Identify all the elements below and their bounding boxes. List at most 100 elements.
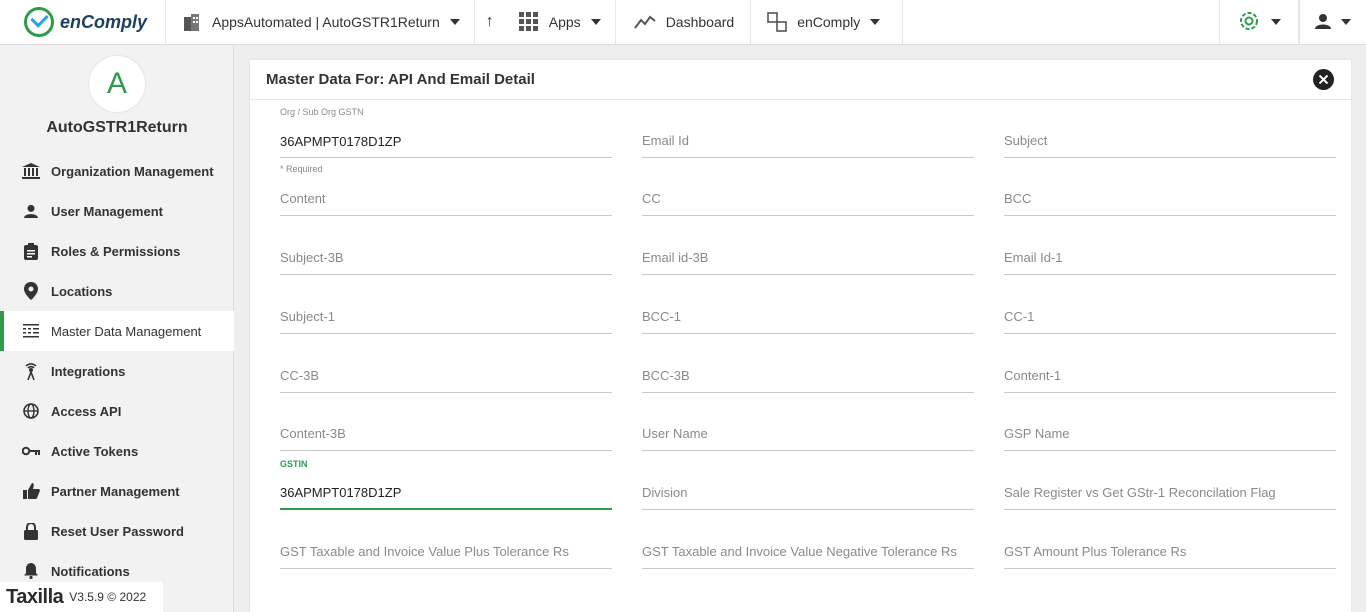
close-icon xyxy=(1318,71,1329,89)
cc-field[interactable]: CC xyxy=(642,188,974,216)
navigate-up-button[interactable]: ↑ xyxy=(475,0,505,45)
field-placeholder: BCC-1 xyxy=(642,309,682,324)
email-id-1-field[interactable]: Email Id-1 xyxy=(1004,247,1336,275)
lock-icon xyxy=(22,522,40,540)
brand-logo[interactable]: enComply xyxy=(0,0,166,45)
chevron-down-icon xyxy=(449,19,460,25)
field-placeholder: BCC xyxy=(1004,191,1032,206)
content-1-field[interactable]: Content-1 xyxy=(1004,365,1336,393)
negative-tolerance-field[interactable]: GST Taxable and Invoice Value Negative T… xyxy=(642,541,974,569)
field-placeholder: CC-1 xyxy=(1004,309,1035,324)
user-name-field[interactable]: User Name xyxy=(642,423,974,451)
sidebar-item-label: Partner Management xyxy=(51,483,180,499)
content-field[interactable]: Content xyxy=(280,188,612,216)
field-placeholder: GST Taxable and Invoice Value Plus Toler… xyxy=(280,544,569,559)
content-3b-field[interactable]: Content-3B xyxy=(280,423,612,451)
sidebar-item-active-tokens[interactable]: Active Tokens xyxy=(0,431,234,471)
field-placeholder: GST Amount Plus Tolerance Rs xyxy=(1004,544,1187,559)
gstin-field[interactable]: GSTIN 36APMPT0178D1ZP xyxy=(280,459,612,510)
bell-icon xyxy=(22,562,40,580)
subject-1-field[interactable]: Subject-1 xyxy=(280,306,612,334)
subject-field[interactable]: Subject xyxy=(1004,130,1336,158)
subject-3b-field[interactable]: Subject-3B xyxy=(280,247,612,275)
version-label: V3.5.9 © 2022 xyxy=(69,590,147,604)
avatar: A xyxy=(89,56,145,112)
chevron-down-icon xyxy=(590,19,601,25)
sidebar: A AutoGSTR1Return Organization Managemen… xyxy=(0,45,234,612)
sidebar-item-label: Access API xyxy=(51,403,122,419)
field-placeholder: GSP Name xyxy=(1004,426,1070,441)
reconcilation-flag-field[interactable]: Sale Register vs Get GStr-1 Reconcilatio… xyxy=(1004,482,1336,510)
field-placeholder: Content-1 xyxy=(1004,368,1062,383)
sidebar-item-user-management[interactable]: User Management xyxy=(0,191,234,231)
sidebar-item-partner-management[interactable]: Partner Management xyxy=(0,471,234,511)
field-placeholder: Subject-1 xyxy=(280,309,335,324)
user-icon xyxy=(22,202,40,220)
field-placeholder: Sale Register vs Get GStr-1 Reconcilatio… xyxy=(1004,485,1276,500)
clipboard-icon xyxy=(22,242,40,260)
gsp-name-field[interactable]: GSP Name xyxy=(1004,423,1336,451)
chevron-down-icon xyxy=(1271,19,1281,25)
org-gstn-field[interactable]: Org / Sub Org GSTN 36APMPT0178D1ZP xyxy=(280,107,612,158)
sidebar-item-label: User Management xyxy=(51,203,163,219)
field-placeholder: Content-3B xyxy=(280,426,346,441)
grid-list-icon xyxy=(22,322,40,340)
building-icon xyxy=(182,13,202,31)
field-placeholder: CC-3B xyxy=(280,368,320,383)
sidebar-item-label: Integrations xyxy=(51,363,126,379)
chevron-down-icon xyxy=(870,19,881,25)
field-value: 36APMPT0178D1ZP xyxy=(280,485,402,500)
email-id-field[interactable]: Email Id xyxy=(642,130,974,158)
sidebar-item-label: Notifications xyxy=(51,563,130,579)
field-placeholder: Subject-3B xyxy=(280,250,344,265)
brand-name: enComply xyxy=(60,11,148,32)
encomply-logo-icon xyxy=(24,7,54,37)
sidebar-item-access-api[interactable]: Access API xyxy=(0,391,234,431)
field-placeholder: BCC-3B xyxy=(642,368,690,383)
sidebar-item-label: Reset User Password xyxy=(51,523,184,539)
user-icon xyxy=(1315,13,1331,32)
key-icon xyxy=(22,442,40,460)
apps-menu[interactable]: Apps xyxy=(505,0,616,45)
chevron-down-icon xyxy=(1341,19,1351,25)
product-switcher[interactable]: enComply xyxy=(751,0,904,45)
user-menu[interactable] xyxy=(1299,0,1366,45)
cc-3b-field[interactable]: CC-3B xyxy=(280,365,612,393)
broadcast-icon xyxy=(22,362,40,380)
taxilla-logo: Taxilla xyxy=(6,585,64,608)
org-selector[interactable]: AppsAutomated | AutoGSTR1Return xyxy=(166,0,475,45)
gst-amount-tolerance-field[interactable]: GST Amount Plus Tolerance Rs xyxy=(1004,541,1336,569)
sidebar-item-integrations[interactable]: Integrations xyxy=(0,351,234,391)
field-placeholder: GST Taxable and Invoice Value Negative T… xyxy=(642,544,957,559)
bcc-3b-field[interactable]: BCC-3B xyxy=(642,365,974,393)
field-label: GSTIN xyxy=(280,459,308,469)
sidebar-item-locations[interactable]: Locations xyxy=(0,271,234,311)
bcc-field[interactable]: BCC xyxy=(1004,188,1336,216)
close-button[interactable] xyxy=(1313,69,1334,90)
arrow-up-icon: ↑ xyxy=(485,13,494,30)
field-placeholder: Division xyxy=(642,485,688,500)
sidebar-item-reset-user-password[interactable]: Reset User Password xyxy=(0,511,234,551)
division-field[interactable]: Division xyxy=(642,482,974,510)
email-id-3b-field[interactable]: Email id-3B xyxy=(642,247,974,275)
sidebar-menu: Organization Management User Management … xyxy=(0,151,234,591)
panel-title: Master Data For: API And Email Detail xyxy=(250,60,1351,100)
map-pin-icon xyxy=(22,282,40,300)
sidebar-item-roles-permissions[interactable]: Roles & Permissions xyxy=(0,231,234,271)
bcc-1-field[interactable]: BCC-1 xyxy=(642,306,974,334)
org-selector-label: AppsAutomated | AutoGSTR1Return xyxy=(212,14,440,30)
sidebar-item-master-data-management[interactable]: Master Data Management xyxy=(0,311,234,351)
master-data-panel: Master Data For: API And Email Detail Or… xyxy=(250,60,1351,612)
plus-tolerance-field[interactable]: GST Taxable and Invoice Value Plus Toler… xyxy=(280,541,612,569)
trend-line-icon xyxy=(633,14,656,30)
footer-brand: Taxilla V3.5.9 © 2022 xyxy=(0,582,163,612)
sidebar-item-label: Locations xyxy=(51,283,113,299)
product-label: enComply xyxy=(797,14,861,30)
field-placeholder: User Name xyxy=(642,426,708,441)
cc-1-field[interactable]: CC-1 xyxy=(1004,306,1336,334)
dashboard-link[interactable]: Dashboard xyxy=(616,0,752,45)
sidebar-item-organization-management[interactable]: Organization Management xyxy=(0,151,234,191)
settings-menu[interactable] xyxy=(1219,0,1299,45)
globe-icon xyxy=(22,402,40,420)
field-placeholder: Content xyxy=(280,191,326,206)
